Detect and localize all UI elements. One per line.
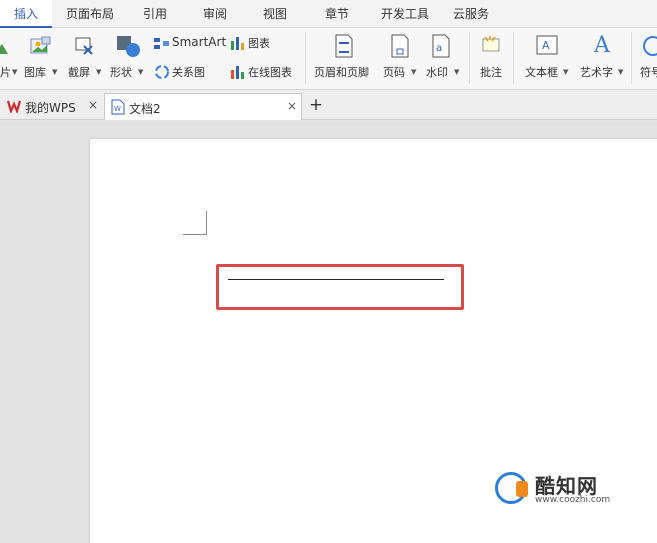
chevron-down-icon: ▼ <box>138 68 144 76</box>
tab-page-layout[interactable]: 页面布局 <box>58 0 122 28</box>
tab-review[interactable]: 审阅 <box>192 0 238 28</box>
close-icon[interactable]: × <box>287 99 297 113</box>
svg-text:A: A <box>593 33 611 56</box>
chevron-down-icon: ▼ <box>454 68 460 76</box>
smartart-icon <box>154 36 170 55</box>
document-tabbar: 我的WPS × W 文档2 × + <box>0 90 657 120</box>
horizontal-line[interactable] <box>228 279 444 280</box>
picture-library-icon <box>30 36 52 60</box>
smartart-button[interactable]: SmartArt <box>172 35 226 49</box>
header-footer-icon <box>334 34 354 62</box>
wps-writer-window: 插入 页面布局 引用 审阅 视图 章节 开发工具 云服务 片 ▼ 图库 ▼ 截屏… <box>0 0 657 543</box>
chart-button[interactable]: 图表 <box>248 35 270 51</box>
chevron-down-icon: ▼ <box>12 68 18 76</box>
comment-button[interactable]: 批注 <box>480 64 502 80</box>
tab-cloud[interactable]: 云服务 <box>446 0 496 28</box>
watermark-icon: a <box>431 34 451 62</box>
ribbon-panel: 片 ▼ 图库 ▼ 截屏 ▼ 形状 ▼ SmartArt 关系图 图表 在线图表 … <box>0 28 657 90</box>
chevron-down-icon: ▼ <box>52 68 58 76</box>
relation-chart-button[interactable]: 关系图 <box>172 64 205 80</box>
picture-button-label[interactable]: 片 <box>0 64 11 80</box>
screenshot-icon <box>74 36 96 60</box>
page-number-icon <box>390 34 410 62</box>
online-chart-button[interactable]: 在线图表 <box>248 64 292 80</box>
tab-insert[interactable]: 插入 <box>0 0 52 28</box>
ribbon-divider <box>631 32 632 84</box>
chevron-down-icon: ▼ <box>411 68 417 76</box>
shapes-icon <box>116 34 142 62</box>
online-chart-icon <box>230 64 246 84</box>
doc-tab-document-2[interactable]: W 文档2 × <box>104 93 302 120</box>
screenshot-button[interactable]: 截屏 <box>68 64 90 80</box>
watermark-url: www.coozhi.com <box>535 495 611 505</box>
chevron-down-icon: ▼ <box>563 68 569 76</box>
word-document-icon: W <box>111 99 125 118</box>
tab-references[interactable]: 引用 <box>132 0 178 28</box>
close-icon[interactable]: × <box>88 98 98 112</box>
svg-text:W: W <box>114 105 121 113</box>
wordart-button[interactable]: 艺术字 <box>580 64 613 80</box>
site-watermark: 酷知网 www.coozhi.com <box>495 470 645 510</box>
highlight-box <box>216 264 464 310</box>
symbol-button[interactable]: 符号 <box>640 64 657 80</box>
textbox-button[interactable]: 文本框 <box>525 64 558 80</box>
ribbon-tabbar: 插入 页面布局 引用 审阅 视图 章节 开发工具 云服务 <box>0 0 657 28</box>
comment-icon <box>481 35 503 59</box>
coozhi-logo-icon <box>495 472 528 504</box>
symbol-icon <box>640 34 657 62</box>
chevron-down-icon: ▼ <box>618 68 624 76</box>
chevron-down-icon: ▼ <box>96 68 102 76</box>
tab-view[interactable]: 视图 <box>252 0 298 28</box>
ribbon-divider <box>469 32 470 84</box>
textbox-icon: A <box>536 35 558 59</box>
page-number-button[interactable]: 页码 <box>383 64 405 80</box>
doc-tab-label: 我的WPS <box>25 101 76 115</box>
wps-logo-icon <box>6 99 22 116</box>
tab-chapter[interactable]: 章节 <box>314 0 360 28</box>
watermark-button[interactable]: 水印 <box>426 64 448 80</box>
tab-developer[interactable]: 开发工具 <box>374 0 436 28</box>
shapes-button[interactable]: 形状 <box>110 64 132 80</box>
ribbon-divider <box>513 32 514 84</box>
wordart-icon: A <box>592 32 614 60</box>
header-footer-button[interactable]: 页眉和页脚 <box>314 64 369 80</box>
relation-chart-icon <box>154 64 170 84</box>
new-tab-button[interactable]: + <box>306 93 326 120</box>
document-workarea: 酷知网 www.coozhi.com <box>0 121 657 543</box>
svg-text:A: A <box>542 39 550 52</box>
picture-library-button[interactable]: 图库 <box>24 64 46 80</box>
chart-icon <box>230 35 246 55</box>
svg-text:a: a <box>436 43 442 54</box>
doc-tab-my-wps[interactable]: 我的WPS × <box>0 93 104 120</box>
margin-corner-mark <box>183 211 207 235</box>
doc-tab-label: 文档2 <box>129 102 161 116</box>
picture-icon <box>0 36 10 60</box>
ribbon-divider <box>305 32 306 84</box>
